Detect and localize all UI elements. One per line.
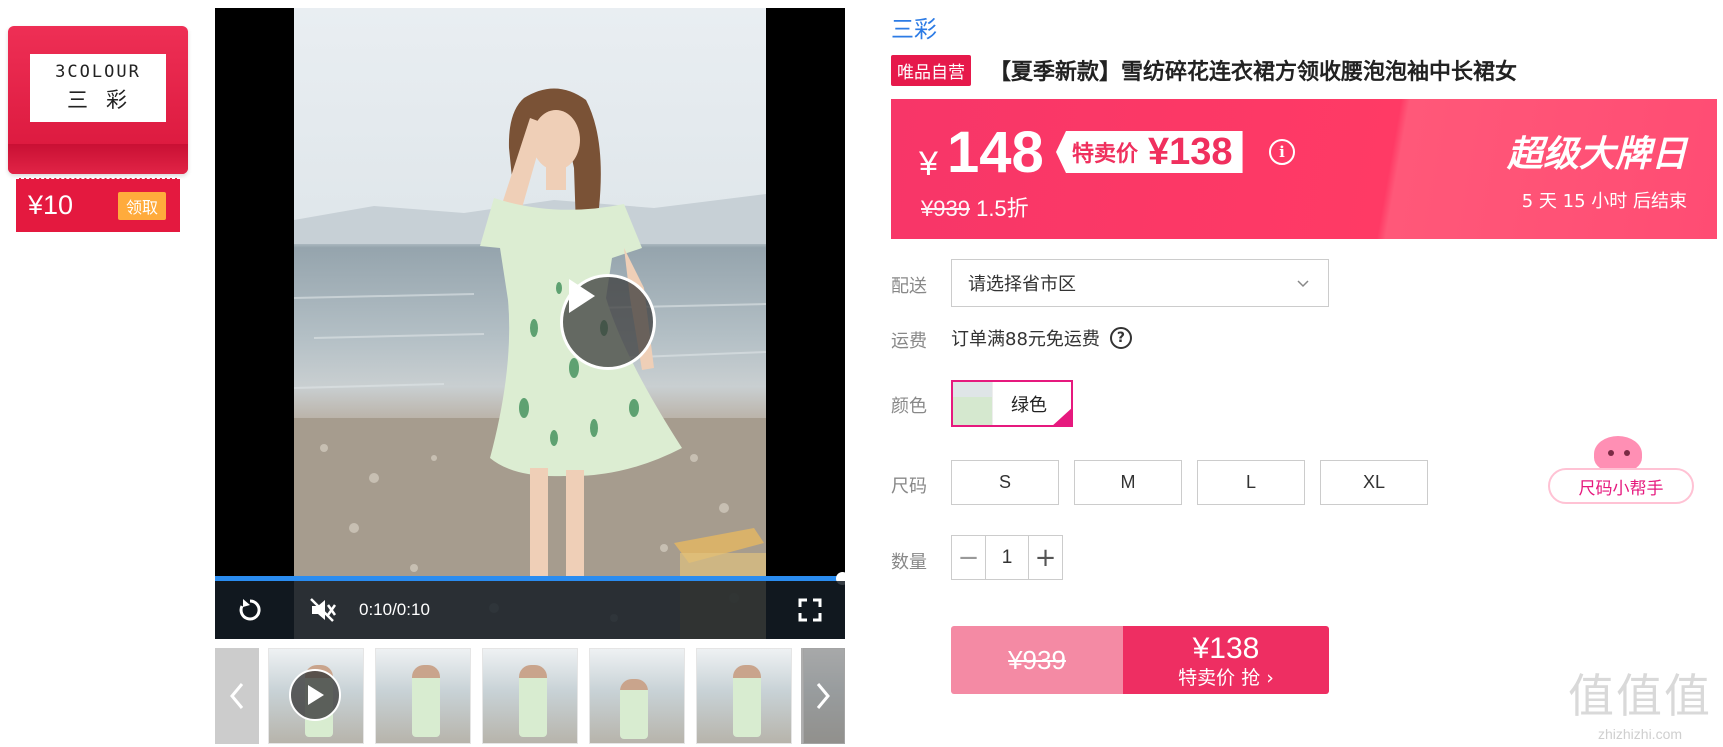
original-price-row: ¥939 1.5折 (921, 191, 1029, 223)
promo-title: 超级大牌日 (1506, 134, 1687, 175)
video-scene (294, 88, 766, 639)
size-option-xl[interactable]: XL (1320, 460, 1428, 505)
size-helper-button[interactable]: 尺码小帮手 (1548, 468, 1694, 504)
thumb-prev-arrow[interactable] (215, 648, 259, 744)
brand-logo-cn: 三彩 (67, 88, 145, 112)
thumb-next-arrow[interactable] (801, 648, 845, 744)
play-icon[interactable] (560, 274, 656, 370)
shipping-label: 运费 (891, 331, 927, 352)
region-placeholder: 请选择省市区 (968, 274, 1076, 295)
replay-icon[interactable] (235, 595, 265, 625)
currency-symbol: ¥ (919, 145, 938, 183)
size-option-s[interactable]: S (951, 460, 1059, 505)
quantity-plus-button[interactable]: + (1029, 536, 1062, 579)
quantity-label: 数量 (891, 552, 927, 573)
color-name: 绿色 (1011, 394, 1047, 416)
delivery-label: 配送 (891, 276, 927, 297)
current-price: 148 (947, 120, 1044, 185)
buy-original-price: ¥939 (1008, 644, 1066, 675)
shipping-text: 订单满88元免运费 (951, 329, 1100, 350)
price-info-icon[interactable]: i (1269, 139, 1295, 165)
video-frame[interactable] (294, 8, 766, 639)
shipping-info: 订单满88元免运费 ? (951, 325, 1132, 351)
sale-price-label: 特卖价 (1072, 142, 1139, 167)
size-label: 尺码 (891, 476, 927, 497)
video-controls: 0:10/0:10 (215, 581, 845, 639)
size-option-l[interactable]: L (1197, 460, 1305, 505)
brand-logo-en: 3COLOUR (55, 62, 141, 82)
video-time: 0:10/0:10 (359, 600, 430, 619)
sale-price-tag: 特卖价 ¥138 (1056, 131, 1243, 173)
buy-sale-price: ¥138 (1192, 631, 1260, 665)
title-row: 唯品自营 【夏季新款】雪纺碎花连衣裙方领收腰泡泡袖中长裙女 (891, 54, 1517, 86)
thumbnail-image[interactable] (375, 648, 471, 744)
watermark-logo: 值值值 (1568, 669, 1712, 723)
mascot-eyes (1608, 450, 1630, 456)
buy-button[interactable]: ¥939 ¥138 特卖价 抢 › (951, 626, 1329, 694)
thumbnail-image[interactable] (696, 648, 792, 744)
fullscreen-icon[interactable] (795, 595, 825, 625)
price-panel: ¥ 148 特卖价 ¥138 i ¥939 1.5折 超级大牌日 5 天 15 … (891, 99, 1717, 239)
brand-logo: 3COLOUR 三彩 (30, 54, 166, 122)
quantity-minus-button[interactable]: − (952, 536, 985, 579)
size-helper[interactable]: 尺码小帮手 (1548, 436, 1694, 504)
buy-original-price-block[interactable]: ¥939 (951, 626, 1123, 694)
coupon[interactable]: ¥10 领取 (16, 178, 180, 232)
color-option-green[interactable]: 绿色 (951, 380, 1073, 427)
thumb-play-icon (289, 669, 341, 721)
discount-rate: 1.5折 (976, 196, 1029, 221)
quantity-stepper: − 1 + (951, 535, 1063, 580)
thumbnail-video[interactable] (268, 648, 364, 744)
help-icon[interactable]: ? (1109, 327, 1132, 349)
brand-link[interactable]: 三彩 (891, 10, 937, 44)
color-label: 颜色 (891, 396, 927, 417)
color-swatch (953, 382, 993, 425)
mute-icon[interactable] (308, 595, 338, 625)
buy-action-label: 特卖价 抢 › (1178, 666, 1274, 689)
sale-price: ¥138 (1148, 130, 1233, 173)
self-operated-badge: 唯品自营 (891, 54, 971, 86)
video-player[interactable]: 0:10/0:10 (215, 8, 845, 639)
quantity-value[interactable]: 1 (985, 536, 1029, 579)
coupon-claim-button[interactable]: 领取 (117, 191, 166, 220)
original-price: ¥939 (921, 196, 970, 221)
product-title: 【夏季新款】雪纺碎花连衣裙方领收腰泡泡袖中长裙女 (989, 60, 1518, 85)
thumbnail-strip (215, 648, 845, 744)
size-option-m[interactable]: M (1074, 460, 1182, 505)
thumbnail-image[interactable] (482, 648, 578, 744)
card-fold (8, 144, 188, 174)
region-select[interactable]: 请选择省市区 (951, 259, 1329, 307)
thumbnail-image[interactable] (589, 648, 685, 744)
watermark-url: zhizhizhi.com (1597, 726, 1683, 742)
brand-card[interactable]: 3COLOUR 三彩 (8, 26, 188, 174)
selected-check-icon (1051, 407, 1073, 427)
buy-sale-block[interactable]: ¥138 特卖价 抢 › (1123, 626, 1329, 694)
coupon-amount: ¥10 (28, 190, 74, 220)
promo-countdown: 5 天 15 小时 后结束 (1521, 191, 1687, 212)
chevron-down-icon (1296, 275, 1310, 296)
site-watermark: 值值值 zhizhizhi.com (1565, 660, 1715, 746)
